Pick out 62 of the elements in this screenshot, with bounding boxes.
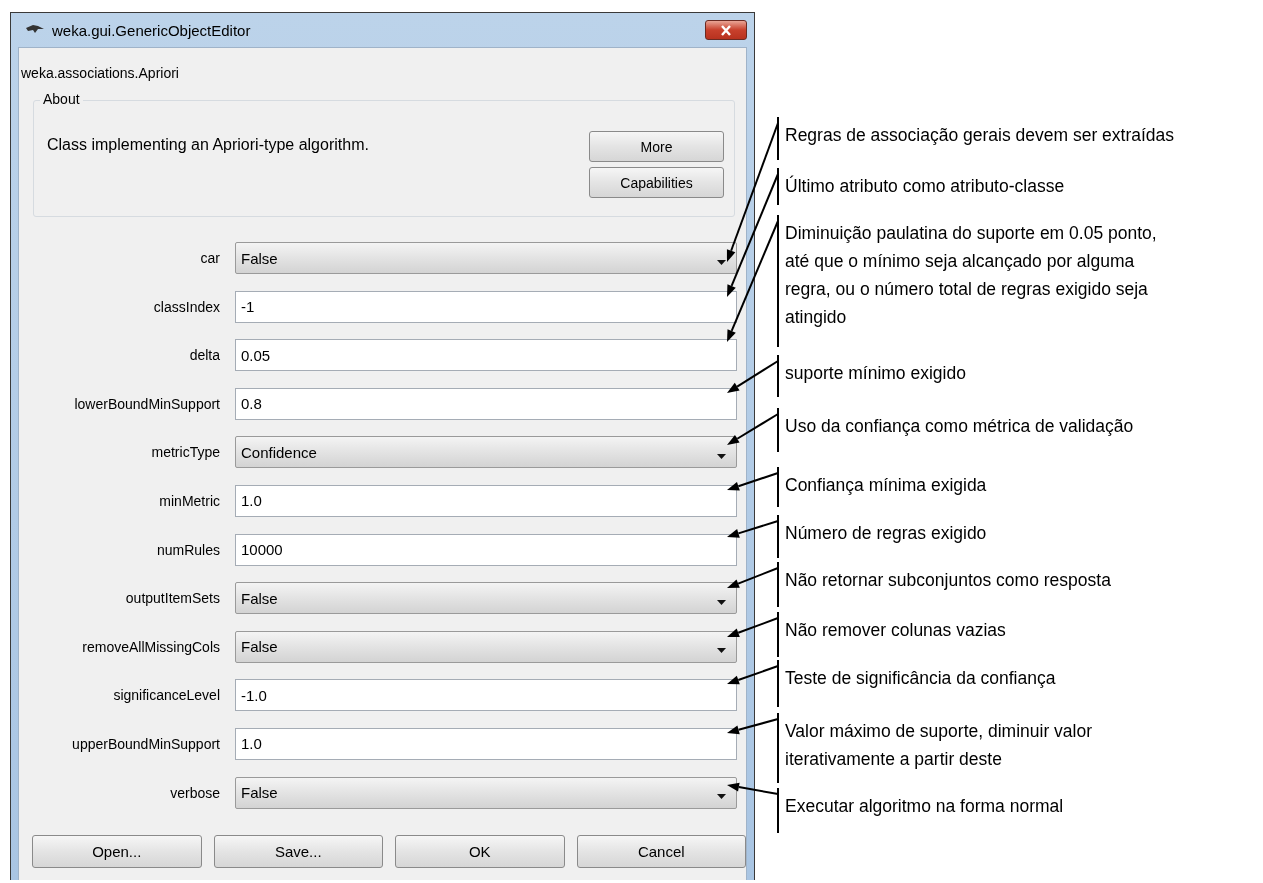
annotation-text: Não remover colunas vazias — [785, 619, 1006, 642]
callout-arrow — [727, 712, 779, 784]
dropdown[interactable]: False — [235, 630, 737, 663]
annotation-text: Uso da confiança como métrica de validação — [785, 415, 1134, 438]
callout-arrow — [727, 466, 779, 508]
dropdown[interactable]: False — [235, 582, 737, 615]
property-label: delta — [188, 347, 220, 364]
close-icon — [719, 24, 733, 36]
callout-arrow — [727, 659, 779, 708]
input-field[interactable]: 10000 — [235, 533, 737, 566]
annotation-text: suporte mínimo exigido — [785, 362, 966, 385]
property-label: numRules — [155, 541, 220, 558]
property-label: lowerBoundMinSupport — [73, 395, 220, 412]
caret-icon — [717, 648, 726, 654]
annotation-text: Número de regras exigido — [785, 522, 987, 545]
about-legend: About — [40, 91, 83, 107]
window-title: weka.gui.GenericObjectEditor — [52, 21, 251, 39]
annotation-text: Diminuição paulatina do suporte em 0.05 ponto, até que o mínimo seja alcançado por alguma regra, ou o número total de regras exigido seja atingido — [785, 222, 1157, 329]
property-label: removeAllMissingCols — [81, 638, 220, 655]
dropdown[interactable]: Confidence — [235, 436, 737, 469]
dropdown[interactable]: False — [235, 242, 737, 274]
dialog-button[interactable]: Save... — [213, 834, 383, 868]
annotation-text: Não retornar subconjuntos como resposta — [785, 569, 1111, 592]
callout-arrow — [727, 354, 779, 398]
input-field[interactable]: 0.05 — [235, 339, 737, 372]
input-field[interactable]: 0.8 — [235, 387, 737, 420]
callout-arrow — [727, 782, 779, 834]
dropdown[interactable]: False — [235, 776, 737, 809]
dialog-button[interactable]: Open... — [32, 834, 202, 868]
property-label: outputItemSets — [124, 590, 220, 607]
callout-arrow — [727, 611, 779, 658]
property-label: classIndex — [152, 298, 220, 315]
property-label: car — [199, 250, 220, 266]
about-text: Class implementing an Apriori-type algorithm. — [47, 136, 369, 154]
caret-icon — [717, 259, 726, 265]
callout-arrow — [727, 514, 779, 559]
annotation-text: Último atributo como atributo-classe — [785, 174, 1065, 198]
annotation-text: Executar algoritmo na forma normal — [785, 795, 1064, 818]
callout-arrow — [727, 561, 779, 608]
input-field[interactable]: 1.0 — [235, 727, 737, 760]
dialog-button[interactable]: OK — [395, 834, 565, 868]
about-button[interactable]: More — [589, 131, 724, 162]
annotation-text: Valor máximo de suporte, diminuir valor iterativamente a partir deste — [785, 720, 1093, 771]
annotation-text: Teste de significância da confiança — [785, 667, 1056, 690]
property-label: metricType — [150, 444, 220, 461]
close-button[interactable] — [705, 20, 747, 40]
caret-icon — [717, 599, 726, 605]
property-label: significanceLevel — [112, 687, 220, 704]
annotation-text: Regras de associação gerais devem ser extraídas — [785, 124, 1175, 147]
dialog-button[interactable]: Cancel — [576, 834, 746, 868]
property-label: minMetric — [158, 492, 220, 509]
class-name: weka.associations.Apriori — [21, 65, 180, 83]
about-button[interactable]: Capabilities — [589, 167, 724, 198]
property-label: upperBoundMinSupport — [71, 735, 220, 752]
caret-icon — [717, 794, 726, 800]
input-field[interactable]: -1 — [235, 290, 737, 323]
property-label: verbose — [169, 784, 220, 801]
annotation-text: Confiança mínima exigida — [785, 474, 987, 497]
input-field[interactable]: -1.0 — [235, 679, 737, 712]
caret-icon — [717, 453, 726, 459]
input-field[interactable]: 1.0 — [235, 484, 737, 517]
callout-arrow — [727, 407, 779, 453]
